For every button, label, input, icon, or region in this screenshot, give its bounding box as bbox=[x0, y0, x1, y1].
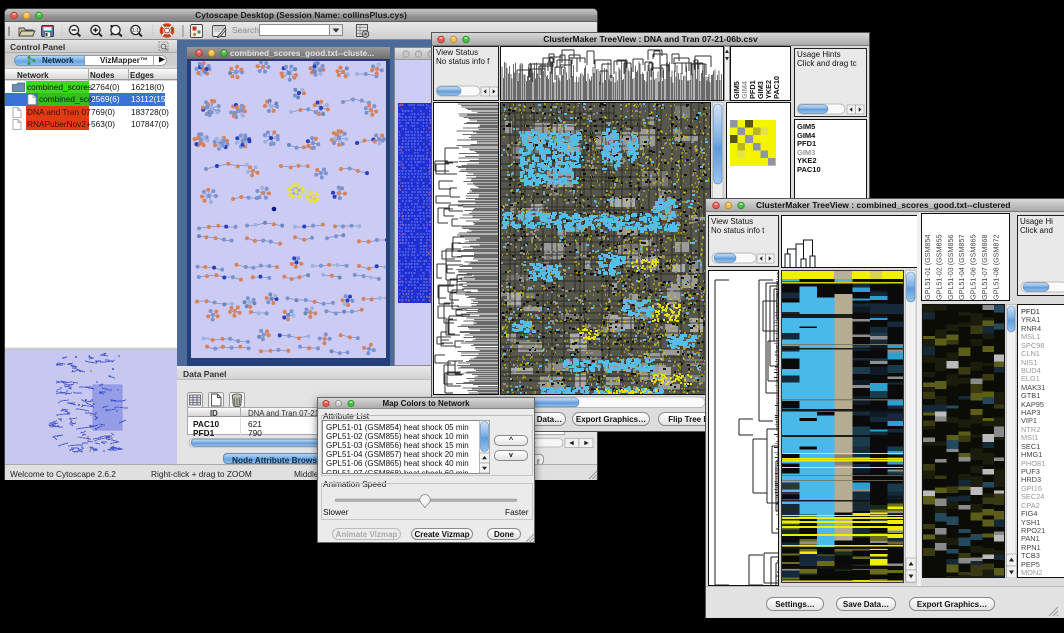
svg-text:GPL51-06 (GSM865: GPL51-06 (GSM865 bbox=[969, 234, 978, 300]
svg-text:PAC10: PAC10 bbox=[772, 76, 781, 99]
svg-text:GPL51-07 (GSM868: GPL51-07 (GSM868 bbox=[980, 234, 989, 300]
svg-text:Search:: Search: bbox=[232, 25, 261, 35]
svg-text:GPL51-08 (GSM872: GPL51-08 (GSM872 bbox=[991, 234, 1000, 300]
svg-text:GPL51-04 (GSM857: GPL51-04 (GSM857 bbox=[957, 234, 966, 300]
svg-text:GPL51-01 (GSM854: GPL51-01 (GSM854 bbox=[923, 234, 932, 300]
svg-text:1:1: 1:1 bbox=[132, 28, 139, 34]
svg-text:GPL51-02 (GSM855: GPL51-02 (GSM855 bbox=[934, 234, 943, 300]
svg-text:GPL51-03 (GSM856: GPL51-03 (GSM856 bbox=[946, 234, 955, 300]
